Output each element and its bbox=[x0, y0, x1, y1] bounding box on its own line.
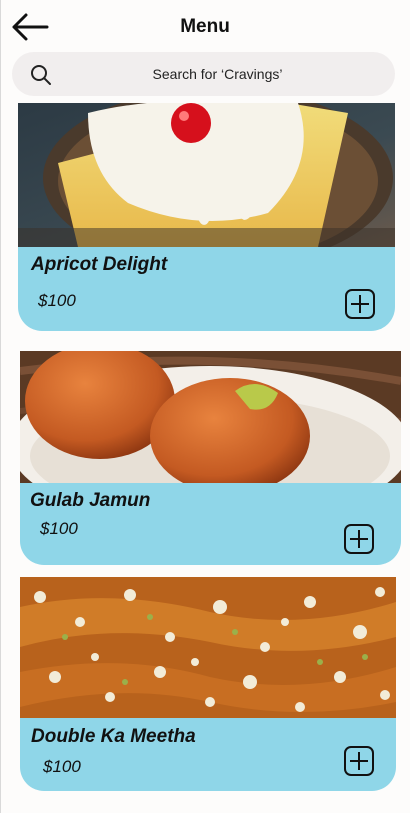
apricot-delight-photo bbox=[18, 103, 395, 247]
search-icon[interactable] bbox=[30, 64, 52, 86]
item-name: Gulab Jamun bbox=[30, 490, 151, 511]
gulab-jamun-photo bbox=[20, 351, 401, 483]
search-bar[interactable] bbox=[12, 52, 395, 96]
menu-item-card[interactable]: Apricot Delight $100 bbox=[18, 103, 395, 331]
page-title: Menu bbox=[180, 16, 230, 37]
search-input[interactable] bbox=[60, 52, 375, 96]
add-to-cart-button[interactable] bbox=[345, 289, 375, 319]
add-to-cart-button[interactable] bbox=[344, 746, 374, 776]
item-name: Apricot Delight bbox=[31, 254, 168, 275]
item-price: $100 bbox=[43, 757, 81, 776]
add-to-cart-button[interactable] bbox=[344, 524, 374, 554]
menu-item-card[interactable]: Gulab Jamun $100 bbox=[20, 351, 401, 565]
menu-item-card[interactable]: Double Ka Meetha $100 bbox=[20, 577, 396, 791]
frame-border bbox=[0, 0, 1, 813]
item-price: $100 bbox=[38, 291, 76, 310]
item-name: Double Ka Meetha bbox=[31, 726, 196, 747]
item-price: $100 bbox=[40, 519, 78, 538]
double-ka-meetha-photo bbox=[20, 577, 396, 718]
